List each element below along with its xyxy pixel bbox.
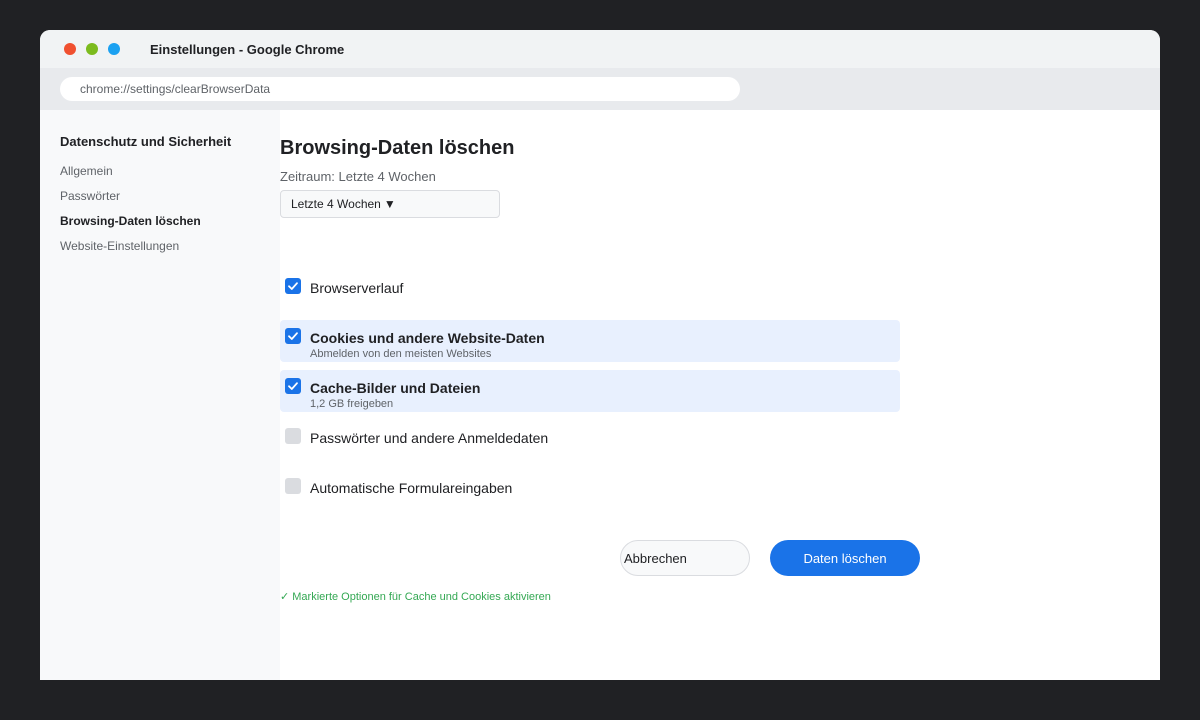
option-label: Browserverlauf [310, 280, 404, 296]
page-title: Browsing-Daten löschen [280, 137, 515, 159]
option-label: Automatische Formulareingaben [310, 480, 513, 496]
browser-window: Einstellungen - Google Chrome chrome://s… [40, 30, 1160, 680]
sidebar-item-allgemein[interactable]: Allgemein [60, 164, 113, 178]
checkbox-formulareingaben[interactable] [285, 478, 301, 494]
main-content: Browsing-Daten löschen Zeitraum: Letzte … [280, 110, 1160, 680]
close-window-icon[interactable] [64, 43, 76, 55]
cancel-button[interactable]: Abbrechen [620, 540, 750, 576]
checkbox-passwoerter[interactable] [285, 428, 301, 444]
option-cache[interactable]: Cache-Bilder und Dateien 1,2 GB freigebe… [280, 370, 900, 412]
checkbox-browserverlauf[interactable] [285, 278, 301, 294]
sidebar-item-website-einstellungen[interactable]: Website-Einstellungen [60, 239, 179, 253]
option-formulareingaben[interactable]: Automatische Formulareingaben [280, 470, 900, 512]
address-bar: chrome://settings/clearBrowserData [40, 68, 1160, 110]
clear-data-button[interactable]: Daten löschen [770, 540, 920, 576]
sidebar-item-browsing-daten[interactable]: Browsing-Daten löschen [60, 214, 201, 228]
checkmark-icon [288, 332, 298, 340]
sidebar-item-passwoerter[interactable]: Passwörter [60, 189, 120, 203]
minimize-window-icon[interactable] [86, 43, 98, 55]
window-title: Einstellungen - Google Chrome [150, 42, 345, 57]
option-label: Cache-Bilder und Dateien [310, 380, 481, 396]
option-label: Cookies und andere Website-Daten [310, 330, 545, 346]
checkmark-icon [288, 282, 298, 290]
url-input[interactable]: chrome://settings/clearBrowserData [60, 77, 740, 101]
option-sublabel: 1,2 GB freigeben [310, 398, 394, 410]
timerange-select-value: Letzte 4 Wochen [291, 197, 381, 211]
option-browserverlauf[interactable]: Browserverlauf [280, 270, 900, 312]
checkbox-cookies[interactable] [285, 328, 301, 344]
settings-sidebar: Datenschutz und Sicherheit Allgemein Pas… [40, 110, 280, 680]
option-label: Passwörter und andere Anmeldedaten [310, 430, 549, 446]
maximize-window-icon[interactable] [108, 43, 120, 55]
option-cookies[interactable]: Cookies und andere Website-Daten Abmelde… [280, 320, 900, 362]
checkmark-icon [288, 382, 298, 390]
option-sublabel: Abmelden von den meisten Websites [310, 348, 492, 360]
hint-text: ✓ Markierte Optionen für Cache und Cooki… [280, 591, 551, 603]
checkbox-cache[interactable] [285, 378, 301, 394]
option-passwoerter[interactable]: Passwörter und andere Anmeldedaten [280, 420, 900, 462]
timerange-label: Zeitraum: Letzte 4 Wochen [280, 169, 436, 184]
caret-down-icon: ▼ [383, 197, 396, 211]
timerange-select[interactable]: Letzte 4 Wochen ▼ [280, 190, 500, 218]
title-bar: Einstellungen - Google Chrome [40, 30, 1160, 68]
sidebar-title: Datenschutz und Sicherheit [60, 134, 232, 149]
